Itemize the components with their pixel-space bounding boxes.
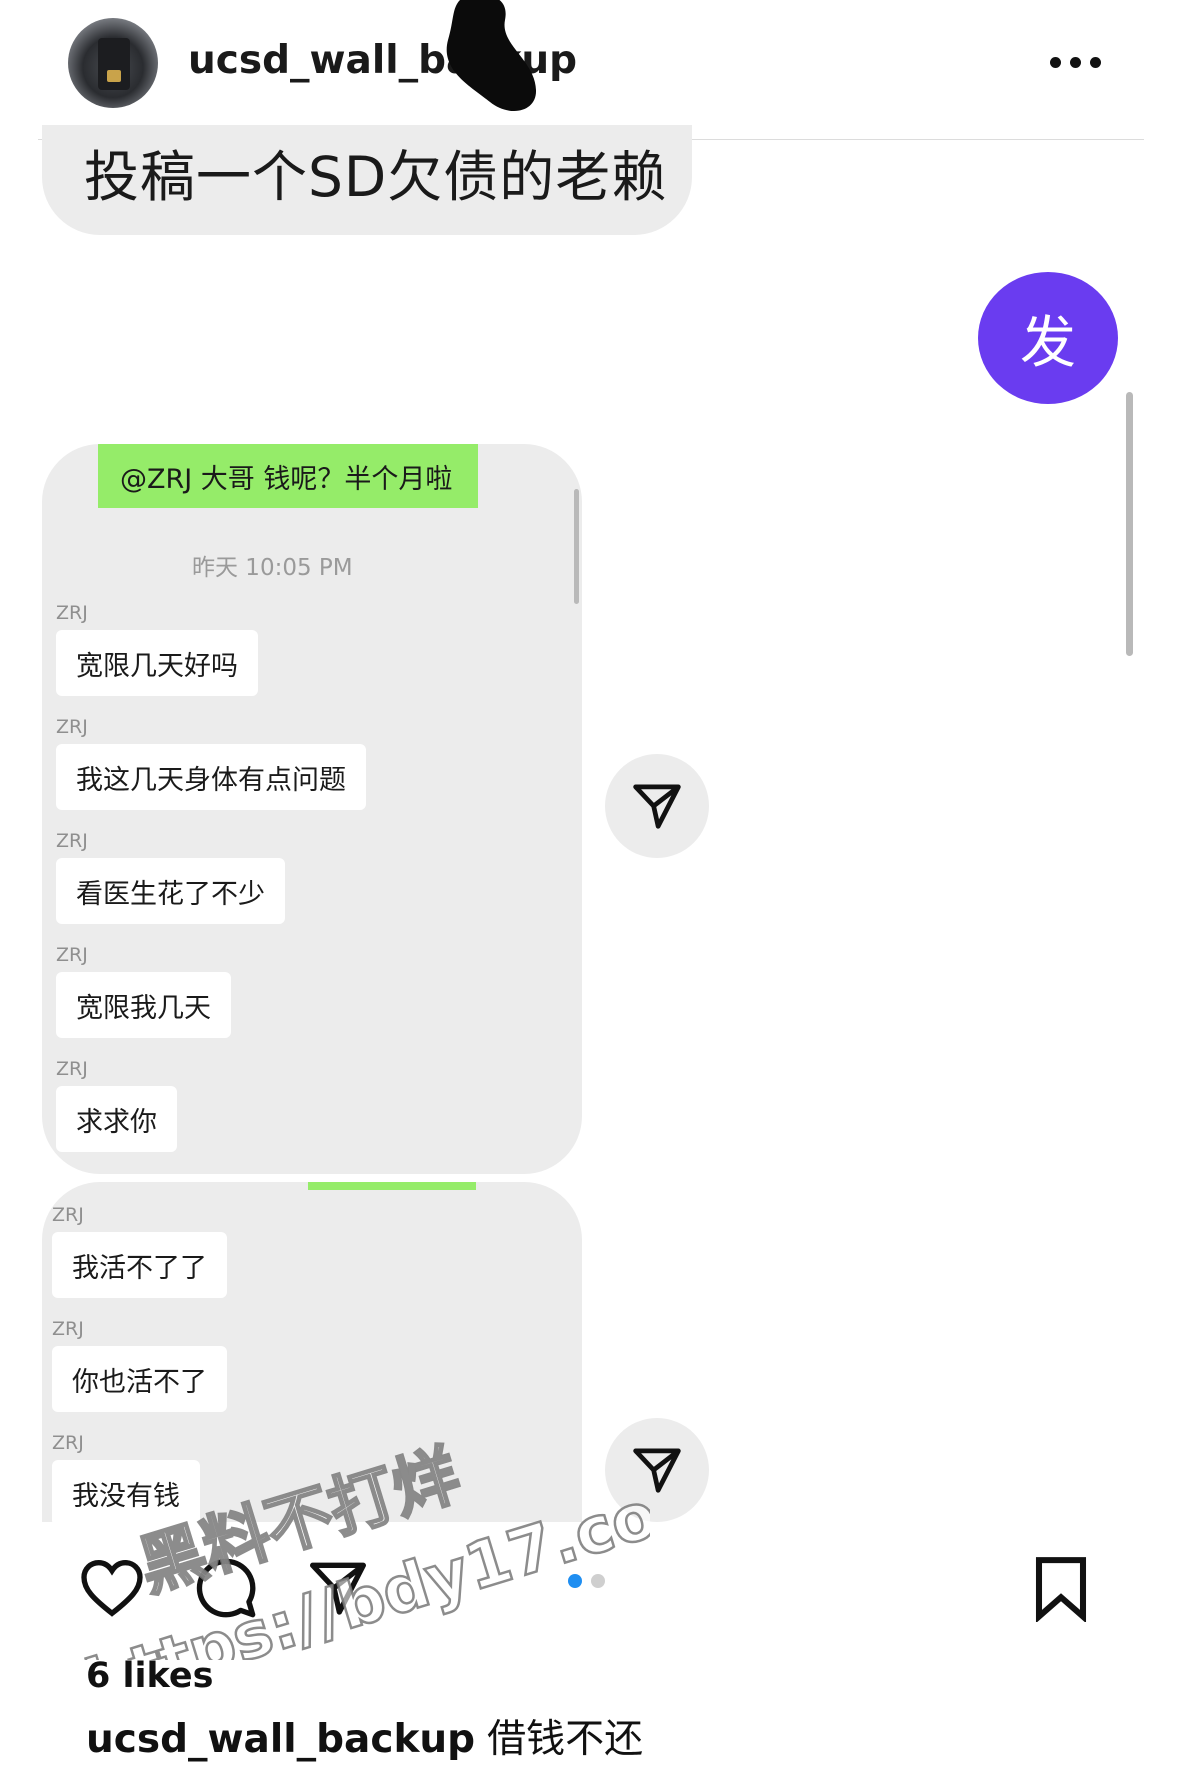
comment-button[interactable] [194,1556,258,1624]
chat-message: 你也活不了 [52,1346,227,1412]
send-badge: 发 [978,272,1118,404]
caption-text: 借钱不还 [487,1717,644,1762]
save-button[interactable] [1032,1556,1090,1626]
chat-screenshot-1: @ZRJ 大哥 钱呢？半个月啦 昨天 10:05 PM ZRJ 宽限几天好吗 Z… [42,444,582,1174]
caption-username[interactable]: ucsd_wall_backup [86,1717,475,1762]
share-button[interactable] [605,754,709,858]
scrollbar[interactable] [1126,392,1133,656]
chat-screenshot-2: ZRJ 我活不了了 ZRJ 你也活不了 ZRJ 我没有钱 [42,1182,582,1522]
chat-message: 我这几天身体有点问题 [56,744,366,810]
chat-message: 看医生花了不少 [56,858,285,924]
more-options-icon[interactable] [1050,50,1110,74]
caption: ucsd_wall_backup 借钱不还 [86,1708,643,1764]
paper-plane-icon [633,1448,681,1493]
redaction-scribble [446,0,537,111]
chat-top-strip [308,1182,476,1190]
chat-message: 求求你 [56,1086,177,1152]
sender-name: ZRJ [52,1318,84,1340]
carousel-dot [591,1574,605,1588]
chat-message: 我没有钱 [52,1460,200,1522]
like-button[interactable] [80,1558,144,1622]
sender-name: ZRJ [56,602,88,624]
sender-name: ZRJ [56,944,88,966]
share-button[interactable] [605,1418,709,1522]
comment-icon [196,1558,256,1618]
outgoing-message: @ZRJ 大哥 钱呢？半个月啦 [98,444,478,508]
chat-scrollbar [574,489,579,604]
avatar[interactable] [68,18,158,108]
sender-name: ZRJ [56,830,88,852]
message-timestamp: 昨天 10:05 PM [192,555,353,581]
sender-name: ZRJ [56,1058,88,1080]
post-title: 投稿一个SD欠债的老赖 [84,145,668,209]
bookmark-icon [1035,1557,1087,1624]
sender-name: ZRJ [52,1432,84,1454]
chat-message: 宽限几天好吗 [56,630,258,696]
share-post-button[interactable] [306,1556,370,1624]
sender-name: ZRJ [56,716,88,738]
chat-message: 宽限我几天 [56,972,231,1038]
paper-plane-icon [310,1562,366,1615]
carousel-indicator [568,1574,605,1588]
heart-icon [81,1559,143,1617]
paper-plane-icon [633,784,681,829]
likes-count[interactable]: 6 likes [86,1656,213,1696]
sender-name: ZRJ [52,1204,84,1226]
chat-message: 我活不了了 [52,1232,227,1298]
carousel-dot-active [568,1574,582,1588]
